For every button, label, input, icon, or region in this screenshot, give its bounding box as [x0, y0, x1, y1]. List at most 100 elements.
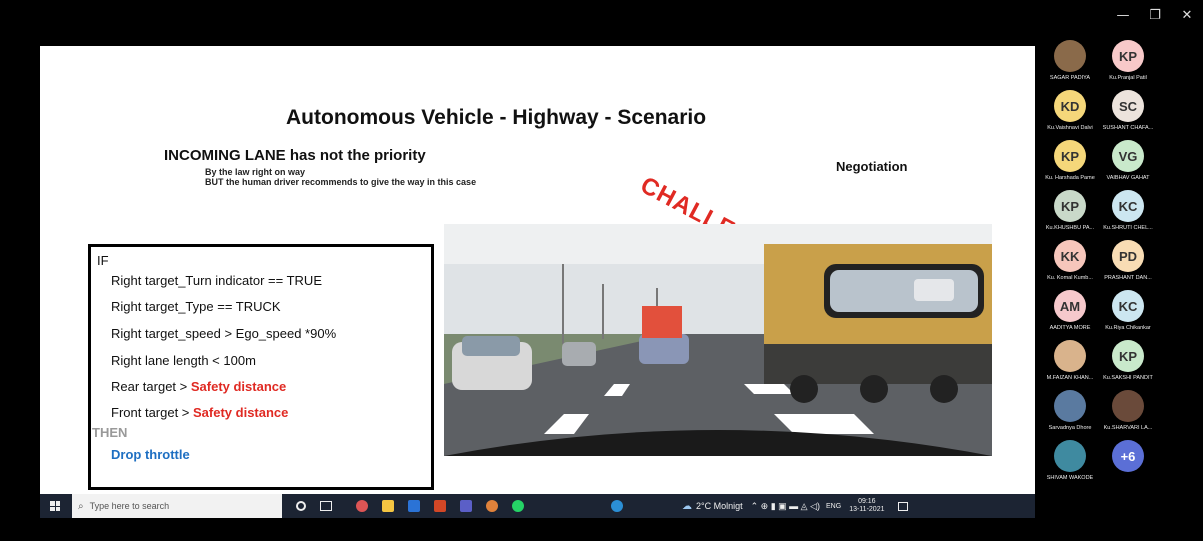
rear-target-text: Rear target > — [111, 379, 191, 394]
task-view-icon[interactable] — [320, 501, 332, 511]
taskbar: ⌕ Type here to search ☁ 2°C Molnigt ⌃ ⊕ … — [40, 494, 1035, 518]
participant-name: Ku.SHRUTI CHEL... — [1103, 225, 1153, 231]
more-participants-badge: +6 — [1112, 440, 1144, 472]
clock-date: 13-11-2021 — [849, 506, 885, 513]
participant-name: Ku.Riya Chikankar — [1105, 325, 1151, 331]
participant-avatar: KP — [1054, 140, 1086, 172]
participant-avatar: SC — [1112, 90, 1144, 122]
clock[interactable]: 09:16 13-11-2021 — [849, 498, 884, 514]
weather-text[interactable]: 2°C Molnigt — [696, 501, 743, 511]
participant-avatar: VG — [1112, 140, 1144, 172]
search-placeholder: Type here to search — [89, 501, 170, 511]
participant-tile[interactable]: +6 — [1098, 440, 1158, 495]
participant-tile[interactable]: KK Ku. Komal Kumb... — [1040, 240, 1100, 295]
participant-tile[interactable]: KD Ku.Vaishnavi Dalvi — [1040, 90, 1100, 145]
participant-tile[interactable]: KC Ku.Riya Chikankar — [1098, 290, 1158, 345]
participant-tile[interactable]: M.FAIZAN KHAN... — [1040, 340, 1100, 395]
participant-name: Ku.Pranjal Patil — [1109, 75, 1147, 81]
incoming-lane-heading: INCOMING LANE has not the priority — [164, 147, 426, 164]
participant-avatar: KP — [1054, 190, 1086, 222]
cortana-icon[interactable] — [296, 501, 306, 511]
participant-tile[interactable]: VG VAIBHAV GAHAT — [1098, 140, 1158, 195]
participant-name: Ku.Vaishnavi Dalvi — [1047, 125, 1093, 131]
close-button[interactable]: ✕ — [1171, 8, 1203, 23]
window-controls: — ❐ ✕ — [1107, 8, 1203, 23]
participant-tile[interactable]: SC SUSHANT CHAFA... — [1098, 90, 1158, 145]
powerpoint-icon[interactable] — [434, 500, 446, 512]
rule-lane-length: Right lane length < 100m — [111, 353, 256, 368]
chrome-icon[interactable] — [356, 500, 368, 512]
minimize-button[interactable]: — — [1107, 8, 1139, 23]
if-label: IF — [97, 253, 109, 268]
app-icon[interactable] — [408, 500, 420, 512]
participant-name: Ku.SAKSHI PANDIT — [1103, 375, 1153, 381]
participant-tile[interactable]: Ku.SHARVARI LA... — [1098, 390, 1158, 445]
rule-turn-indicator: Right target_Turn indicator == TRUE — [111, 273, 322, 288]
file-explorer-icon[interactable] — [382, 500, 394, 512]
participant-name: VAIBHAV GAHAT — [1106, 175, 1150, 181]
rear-safety-distance: Safety distance — [190, 379, 287, 394]
shared-slide: Autonomous Vehicle - Highway - Scenario … — [40, 46, 1035, 494]
participant-tile[interactable]: SHIVAM WAKODE — [1040, 440, 1100, 495]
participant-avatar: AM — [1054, 290, 1086, 322]
participant-tile[interactable]: KP Ku.Pranjal Patil — [1098, 40, 1158, 95]
participant-avatar — [1054, 340, 1086, 372]
weather-icon[interactable]: ☁ — [682, 501, 692, 512]
participant-name: Ku. Harshada Pame — [1045, 175, 1095, 181]
then-label: THEN — [92, 425, 128, 440]
participant-name: AADITYA MORE — [1049, 325, 1091, 331]
participant-avatar — [1054, 40, 1086, 72]
subtext-line-1: By the law right on way — [205, 167, 306, 177]
participant-tile[interactable]: AM AADITYA MORE — [1040, 290, 1100, 345]
language-indicator[interactable]: ENG — [826, 503, 841, 510]
rule-box: IF Right target_Turn indicator == TRUE R… — [88, 244, 434, 490]
participant-avatar: KP — [1112, 40, 1144, 72]
rule-target-speed: Right target_speed > Ego_speed *90% — [111, 326, 337, 341]
participant-tile[interactable]: SAGAR PADIYA — [1040, 40, 1100, 95]
participant-avatar: KK — [1054, 240, 1086, 272]
participant-avatar — [1054, 390, 1086, 422]
slide-title: Autonomous Vehicle - Highway - Scenario — [286, 106, 707, 129]
participant-tile[interactable]: KP Ku.SAKSHI PANDIT — [1098, 340, 1158, 395]
help-icon[interactable] — [611, 500, 623, 512]
search-icon: ⌕ — [78, 500, 84, 512]
clock-time: 09:16 — [858, 498, 876, 505]
screen: — ❐ ✕ Autonomous Vehicle - Highway - Sce… — [0, 0, 1203, 541]
browser-icon[interactable] — [486, 500, 498, 512]
front-safety-distance: Safety distance — [193, 405, 289, 420]
notifications-icon[interactable] — [898, 501, 909, 511]
participant-name: Sarvadnya Dhore — [1048, 425, 1092, 431]
rule-front-target: Front target > Safety distance — [111, 405, 288, 420]
participant-name: Ku.KHUSHBU PA... — [1045, 225, 1095, 231]
participant-avatar: KC — [1112, 290, 1144, 322]
teams-icon[interactable] — [460, 500, 472, 512]
participant-tile[interactable]: Sarvadnya Dhore — [1040, 390, 1100, 445]
participant-name: PRASHANT DAN... — [1104, 275, 1152, 281]
highway-scene — [444, 224, 992, 456]
participant-avatar — [1112, 390, 1144, 422]
subtext-line-2: BUT the human driver recommends to give … — [205, 177, 477, 187]
participant-avatar: KD — [1054, 90, 1086, 122]
action-drop-throttle: Drop throttle — [111, 447, 190, 462]
participant-avatar: KP — [1112, 340, 1144, 372]
system-tray-icons[interactable]: ⌃ ⊕ ▮ ▣ ▬ ◬ ◁) — [751, 501, 820, 512]
participant-name: Ku.SHARVARI LA... — [1103, 425, 1153, 431]
participant-name: SHIVAM WAKODE — [1046, 475, 1094, 481]
participant-avatar: KC — [1112, 190, 1144, 222]
restore-button[interactable]: ❐ — [1139, 8, 1171, 23]
participant-name: Ku. Komal Kumb... — [1047, 275, 1093, 281]
participant-name: SUSHANT CHAFA... — [1102, 125, 1154, 131]
participant-tile[interactable]: KP Ku.KHUSHBU PA... — [1040, 190, 1100, 245]
participant-avatar — [1054, 440, 1086, 472]
participant-tile[interactable]: PD PRASHANT DAN... — [1098, 240, 1158, 295]
participant-name: SAGAR PADIYA — [1049, 75, 1091, 81]
taskbar-search[interactable]: ⌕ Type here to search — [72, 494, 282, 518]
participant-name: M.FAIZAN KHAN... — [1046, 375, 1094, 381]
windows-start-icon[interactable] — [50, 501, 60, 511]
whatsapp-icon[interactable] — [512, 500, 524, 512]
participant-tile[interactable]: KP Ku. Harshada Pame — [1040, 140, 1100, 195]
rule-target-type: Right target_Type == TRUCK — [111, 299, 281, 314]
highway-photo — [444, 224, 992, 456]
participant-tile[interactable]: KC Ku.SHRUTI CHEL... — [1098, 190, 1158, 245]
rule-rear-target: Rear target > Safety distance — [111, 379, 286, 394]
